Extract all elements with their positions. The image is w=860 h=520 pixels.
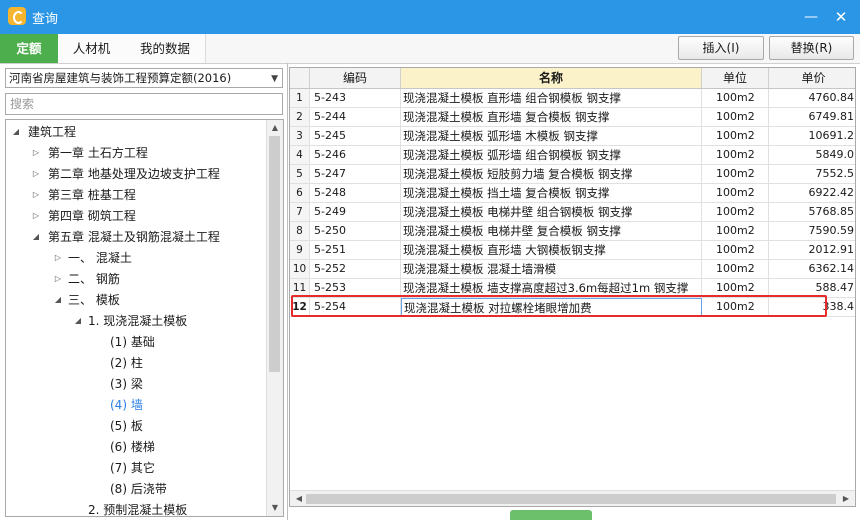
tab-quota[interactable]: 定额 <box>0 34 59 63</box>
table-row[interactable]: 10 5-252 现浇混凝土模板 混凝土墙滑模 100m2 6362.14 <box>290 260 855 279</box>
table-row[interactable]: 5 5-247 现浇混凝土模板 短肢剪力墙 复合模板 钢支撑 100m2 755… <box>290 165 855 184</box>
table-row[interactable]: 2 5-244 现浇混凝土模板 直形墙 复合模板 钢支撑 100m2 6749.… <box>290 108 855 127</box>
collapsed-icon[interactable]: ▷ <box>52 269 64 289</box>
scroll-left-icon[interactable]: ◀ <box>292 491 306 506</box>
scroll-thumb[interactable] <box>306 494 836 504</box>
left-panel: 河南省房屋建筑与装饰工程预算定额(2016) ▼ 搜索 ◢ 建筑工程 ▷ 第一章 土… <box>0 63 288 520</box>
table-row-selected[interactable]: 12 5-254 现浇混凝土模板 对拉螺栓堵眼增加费 100m2 338.4 <box>290 298 855 317</box>
grid-horizontal-scrollbar[interactable]: ◀ ▶ <box>290 490 855 506</box>
chapter-tree: ◢ 建筑工程 ▷ 第一章 土石方工程 ▷ 第二章 地基处理及边坡支护工程 ▷ 第三章 桩… <box>5 119 284 517</box>
tab-my-data[interactable]: 我的数据 <box>125 34 206 63</box>
expanded-icon[interactable]: ◢ <box>72 311 84 331</box>
table-row[interactable]: 9 5-251 现浇混凝土模板 直形墙 大钢模板钢支撑 100m2 2012.9… <box>290 241 855 260</box>
minimize-button[interactable]: — <box>800 6 822 28</box>
column-code[interactable]: 编码 <box>310 68 401 88</box>
row-number-header <box>290 68 310 88</box>
table-row[interactable]: 3 5-245 现浇混凝土模板 弧形墙 木模板 钢支撑 100m2 10691.… <box>290 127 855 146</box>
tab-labor-material-machine[interactable]: 人材机 <box>58 34 126 63</box>
scroll-thumb[interactable] <box>269 136 280 372</box>
column-price[interactable]: 单价 <box>769 68 855 88</box>
library-select[interactable]: 河南省房屋建筑与装饰工程预算定额(2016) ▼ <box>5 68 283 88</box>
close-button[interactable]: ✕ <box>830 6 852 28</box>
collapsed-icon[interactable]: ▷ <box>30 164 42 184</box>
insert-button[interactable]: 插入(I) <box>678 36 764 60</box>
tab-bar: 定额 人材机 我的数据 插入(I) 替换(R) <box>0 34 860 64</box>
expanded-icon[interactable]: ◢ <box>10 122 22 142</box>
expanded-icon[interactable]: ◢ <box>30 227 42 247</box>
window-title: 查询 <box>32 12 59 27</box>
expanded-icon[interactable]: ◢ <box>52 290 64 310</box>
collapsed-icon[interactable]: ▷ <box>30 185 42 205</box>
tree-scrollbar[interactable]: ▲ ▼ <box>266 120 283 516</box>
chevron-down-icon[interactable]: ▼ <box>271 70 278 87</box>
table-row[interactable]: 6 5-248 现浇混凝土模板 挡土墙 复合模板 钢支撑 100m2 6922.… <box>290 184 855 203</box>
collapsed-icon[interactable]: ▷ <box>30 206 42 226</box>
library-select-value: 河南省房屋建筑与装饰工程预算定额(2016) <box>9 71 232 85</box>
results-grid: 编码 名称 单位 单价 1 5-243 现浇混凝土模板 直形墙 组合钢模板 钢支… <box>289 67 856 507</box>
table-row[interactable]: 11 5-253 现浇混凝土模板 墙支撑高度超过3.6m每超过1m 钢支撑 10… <box>290 279 855 298</box>
replace-button[interactable]: 替换(R) <box>769 36 854 60</box>
column-name[interactable]: 名称 <box>401 68 702 88</box>
collapsed-icon[interactable]: ▷ <box>30 143 42 163</box>
table-row[interactable]: 8 5-250 现浇混凝土模板 电梯井壁 复合模板 钢支撑 100m2 7590… <box>290 222 855 241</box>
title-bar: 查询 — ✕ <box>0 0 860 34</box>
app-logo-icon <box>8 7 26 25</box>
scroll-down-icon[interactable]: ▼ <box>267 501 283 515</box>
search-input[interactable]: 搜索 <box>5 93 283 115</box>
table-row[interactable]: 1 5-243 现浇混凝土模板 直形墙 组合钢模板 钢支撑 100m2 4760… <box>290 89 855 108</box>
table-row[interactable]: 4 5-246 现浇混凝土模板 弧形墙 组合钢模板 钢支撑 100m2 5849… <box>290 146 855 165</box>
grid-header: 编码 名称 单位 单价 <box>290 68 855 89</box>
table-row[interactable]: 7 5-249 现浇混凝土模板 电梯井壁 组合钢模板 钢支撑 100m2 576… <box>290 203 855 222</box>
scroll-up-icon[interactable]: ▲ <box>267 121 283 135</box>
collapsed-icon[interactable]: ▷ <box>52 248 64 268</box>
scroll-right-icon[interactable]: ▶ <box>839 491 853 506</box>
panel-resize-handle[interactable] <box>510 510 592 520</box>
column-unit[interactable]: 单位 <box>702 68 769 88</box>
